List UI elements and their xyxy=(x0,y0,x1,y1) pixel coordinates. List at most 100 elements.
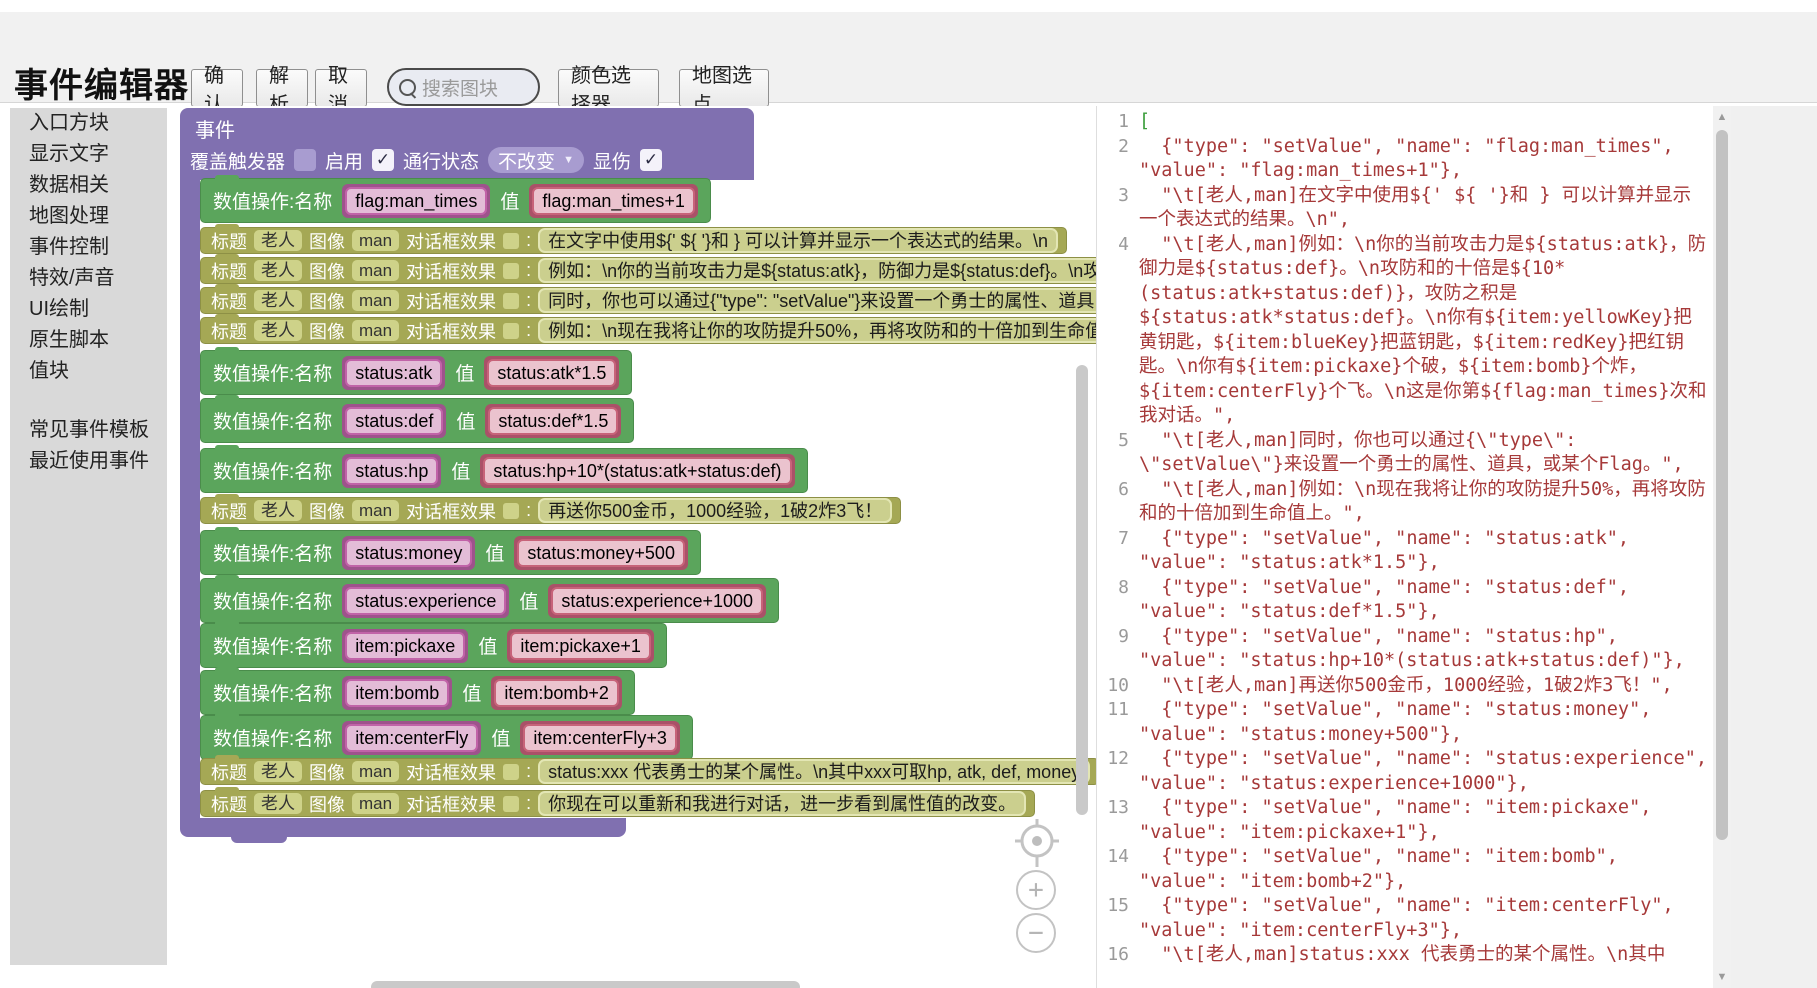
value-field[interactable]: status:atk*1.5 xyxy=(487,359,616,387)
text-block[interactable]: 标题老人图像man对话框效果:你现在可以重新和我进行对话，进一步看到属性值的改变… xyxy=(200,790,1035,817)
text-block[interactable]: 标题老人图像man对话框效果:再送你500金币，1000经验，1破2炸3飞！ xyxy=(200,497,901,524)
value-socket[interactable]: status:atk*1.5 xyxy=(484,356,619,390)
dialog-text-field[interactable]: 在文字中使用${' ${ '}和 } 可以计算并显示一个表达式的结果。\n xyxy=(538,228,1058,253)
value-field[interactable]: item:bomb+2 xyxy=(494,679,619,707)
value-field[interactable]: flag:man_times+1 xyxy=(532,187,695,215)
name-field[interactable]: flag:man_times xyxy=(345,187,487,215)
name-socket[interactable]: flag:man_times xyxy=(342,184,490,218)
sidebar-item-4[interactable]: 事件控制 xyxy=(10,232,167,263)
value-field[interactable]: status:def*1.5 xyxy=(488,407,618,435)
dialog-text-field[interactable]: 例如：\n你的当前攻击力是${status:atk}，防御力是${status:… xyxy=(538,258,1096,283)
image-field[interactable]: man xyxy=(352,761,399,782)
sidebar-item-3[interactable]: 地图处理 xyxy=(10,201,167,232)
name-socket[interactable]: status:hp xyxy=(342,454,441,488)
line-text[interactable]: "\t[老人,man]status:xxx 代表勇士的某个属性。\n其中 xyxy=(1139,943,1713,968)
name-field[interactable]: item:bomb xyxy=(345,679,449,707)
value-field[interactable]: status:hp+10*(status:atk+status:def) xyxy=(483,457,791,485)
sidebar-item-10[interactable]: 最近使用事件 xyxy=(10,446,167,477)
setvalue-block[interactable]: 数值操作:名称item:bomb值item:bomb+2 xyxy=(200,670,635,715)
image-field[interactable]: man xyxy=(352,260,399,281)
speaker-field[interactable]: 老人 xyxy=(254,500,302,521)
value-socket[interactable]: status:hp+10*(status:atk+status:def) xyxy=(480,454,794,488)
effect-checkbox[interactable] xyxy=(503,293,519,309)
sidebar-item-7[interactable]: 原生脚本 xyxy=(10,325,167,356)
line-text[interactable]: "\t[老人,man]在文字中使用${' ${ '}和 } 可以计算并显示一个表… xyxy=(1139,184,1713,233)
name-socket[interactable]: item:centerFly xyxy=(342,721,481,755)
line-text[interactable]: {"type": "setValue", "name": "item:bomb"… xyxy=(1139,845,1713,894)
text-block[interactable]: 标题老人图像man对话框效果:status:xxx 代表勇士的某个属性。\n其中… xyxy=(200,758,1096,785)
line-text[interactable]: "\t[老人,man]同时，你也可以通过{\"type\": \"setValu… xyxy=(1139,429,1713,478)
name-socket[interactable]: status:atk xyxy=(342,356,445,390)
value-field[interactable]: item:centerFly+3 xyxy=(523,724,677,752)
value-socket[interactable]: status:experience+1000 xyxy=(548,584,766,618)
image-field[interactable]: man xyxy=(352,320,399,341)
speaker-field[interactable]: 老人 xyxy=(254,230,302,251)
event-json-editor[interactable]: 1[2 {"type": "setValue", "name": "flag:m… xyxy=(1096,106,1713,988)
text-block[interactable]: 标题老人图像man对话框效果:在文字中使用${' ${ '}和 } 可以计算并显… xyxy=(200,227,1067,254)
image-field[interactable]: man xyxy=(352,500,399,521)
sidebar-item-0[interactable]: 入口方块 xyxy=(10,108,167,139)
zoom-out-button[interactable]: − xyxy=(1016,913,1056,953)
line-text[interactable]: [ xyxy=(1139,110,1713,135)
canvas-vertical-scrollbar[interactable] xyxy=(1076,365,1088,815)
dialog-text-field[interactable]: 同时，你也可以通过{"type": "setValue"}来设置一个勇士的属性、… xyxy=(538,288,1096,313)
value-socket[interactable]: flag:man_times+1 xyxy=(529,184,698,218)
dialog-text-field[interactable]: 例如：\n现在我将让你的攻防提升50%，再将攻防和的十倍加到生命值上。 xyxy=(538,318,1096,343)
effect-checkbox[interactable] xyxy=(503,233,519,249)
setvalue-block[interactable]: 数值操作:名称status:hp值status:hp+10*(status:at… xyxy=(200,448,808,493)
dialog-text-field[interactable]: 再送你500金币，1000经验，1破2炸3飞！ xyxy=(538,498,892,523)
code-scrollbar[interactable]: ▲ ▼ xyxy=(1713,106,1731,988)
event-field-checkbox-3[interactable]: ✓ xyxy=(640,149,662,171)
name-field[interactable]: status:hp xyxy=(345,457,438,485)
sidebar-item-1[interactable]: 显示文字 xyxy=(10,139,167,170)
name-field[interactable]: item:pickaxe xyxy=(345,632,465,660)
line-text[interactable]: {"type": "setValue", "name": "item:cente… xyxy=(1139,894,1713,943)
color-picker-button[interactable]: 颜色选择器 xyxy=(558,69,659,107)
name-field[interactable]: status:money xyxy=(345,539,472,567)
line-text[interactable]: "\t[老人,man]例如：\n你的当前攻击力是${status:atk}，防御… xyxy=(1139,233,1713,429)
setvalue-block[interactable]: 数值操作:名称status:def值status:def*1.5 xyxy=(200,398,634,443)
line-text[interactable]: {"type": "setValue", "name": "item:picka… xyxy=(1139,796,1713,845)
code-scrollbar-thumb[interactable] xyxy=(1716,130,1728,840)
effect-checkbox[interactable] xyxy=(503,263,519,279)
line-text[interactable]: {"type": "setValue", "name": "status:hp"… xyxy=(1139,625,1713,674)
name-field[interactable]: status:experience xyxy=(345,587,506,615)
speaker-field[interactable]: 老人 xyxy=(254,793,302,814)
recenter-button[interactable] xyxy=(1013,817,1061,874)
event-field-checkbox-1[interactable]: ✓ xyxy=(372,149,394,171)
sidebar-item-2[interactable]: 数据相关 xyxy=(10,170,167,201)
name-field[interactable]: status:atk xyxy=(345,359,442,387)
speaker-field[interactable]: 老人 xyxy=(254,761,302,782)
scroll-up-icon[interactable]: ▲ xyxy=(1713,111,1731,123)
event-field-dropdown-2[interactable]: 不改变▼ xyxy=(488,147,584,173)
text-block[interactable]: 标题老人图像man对话框效果:例如：\n你的当前攻击力是${status:atk… xyxy=(200,257,1096,284)
line-text[interactable]: {"type": "setValue", "name": "flag:man_t… xyxy=(1139,135,1713,184)
sidebar-item-8[interactable]: 值块 xyxy=(10,356,167,387)
event-block-container[interactable]: 事件 覆盖触发器启用✓通行状态不改变▼显伤✓ xyxy=(180,108,754,180)
sidebar-item-6[interactable]: UI绘制 xyxy=(10,294,167,325)
confirm-button[interactable]: 确认 xyxy=(191,69,243,107)
image-field[interactable]: man xyxy=(352,230,399,251)
name-socket[interactable]: status:def xyxy=(342,404,446,438)
sidebar-item-5[interactable]: 特效/声音 xyxy=(10,263,167,294)
name-field[interactable]: status:def xyxy=(345,407,443,435)
setvalue-block[interactable]: 数值操作:名称status:atk值status:atk*1.5 xyxy=(200,350,632,395)
blockly-workspace[interactable]: 事件 覆盖触发器启用✓通行状态不改变▼显伤✓ 数值操作:名称flag:man_t… xyxy=(167,106,1096,988)
effect-checkbox[interactable] xyxy=(503,764,519,780)
text-block[interactable]: 标题老人图像man对话框效果:同时，你也可以通过{"type": "setVal… xyxy=(200,287,1096,314)
name-socket[interactable]: item:bomb xyxy=(342,676,452,710)
map-pick-button[interactable]: 地图选点 xyxy=(679,69,769,107)
dialog-text-field[interactable]: status:xxx 代表勇士的某个属性。\n其中xxx可取hp, atk, d… xyxy=(538,759,1090,784)
scroll-down-icon[interactable]: ▼ xyxy=(1713,971,1731,983)
speaker-field[interactable]: 老人 xyxy=(254,320,302,341)
canvas-horizontal-scrollbar[interactable] xyxy=(371,981,800,988)
dialog-text-field[interactable]: 你现在可以重新和我进行对话，进一步看到属性值的改变。 xyxy=(538,791,1026,816)
text-block[interactable]: 标题老人图像man对话框效果:例如：\n现在我将让你的攻防提升50%，再将攻防和… xyxy=(200,317,1096,344)
sidebar-item-9[interactable]: 常见事件模板 xyxy=(10,415,167,446)
effect-checkbox[interactable] xyxy=(503,796,519,812)
name-field[interactable]: item:centerFly xyxy=(345,724,478,752)
value-socket[interactable]: status:money+500 xyxy=(514,536,688,570)
value-socket[interactable]: item:bomb+2 xyxy=(491,676,622,710)
image-field[interactable]: man xyxy=(352,290,399,311)
line-text[interactable]: {"type": "setValue", "name": "status:exp… xyxy=(1139,747,1713,796)
